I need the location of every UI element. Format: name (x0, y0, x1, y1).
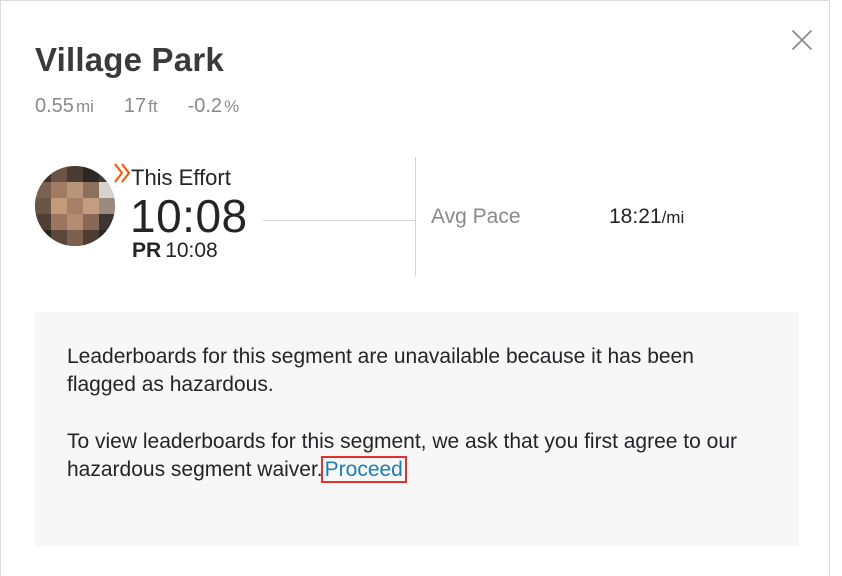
stat-grade-unit: % (224, 97, 240, 116)
segment-effort-panel: Village Park 0.55 mi 17 ft -0.2% This Ef… (0, 0, 830, 576)
double-chevron-icon (114, 163, 131, 183)
personal-record: PR 10:08 (132, 239, 218, 263)
stat-grade-value: -0.2 (187, 95, 223, 117)
close-icon (792, 30, 812, 50)
avatar-image (35, 166, 115, 246)
stat-elevation-unit: ft (148, 97, 158, 116)
stat-distance: 0.55 mi (35, 95, 94, 118)
avg-pace-unit: /mi (661, 208, 685, 227)
segment-stats: 0.55 mi 17 ft -0.2% (35, 95, 239, 118)
avg-pace-value: 18:21/mi (609, 205, 684, 229)
horizontal-divider (263, 220, 415, 221)
notice-paragraph-unavailable: Leaderboards for this segment are unavai… (67, 345, 694, 396)
stat-distance-value: 0.55 (35, 95, 74, 117)
effort-label: This Effort (131, 165, 231, 190)
avg-pace-number: 18:21 (609, 205, 662, 228)
stat-distance-unit: mi (75, 97, 94, 116)
avg-pace-label: Avg Pace (431, 205, 521, 228)
stat-elevation: 17 ft (124, 95, 158, 118)
pr-time: 10:08 (165, 239, 218, 262)
stat-elevation-value: 17 (123, 95, 147, 117)
hazard-notice: Leaderboards for this segment are unavai… (35, 312, 799, 546)
close-button[interactable] (789, 27, 815, 53)
pr-badge: PR (132, 239, 162, 262)
effort-time: 10:08 (130, 190, 248, 242)
proceed-link[interactable]: Proceed (320, 456, 407, 483)
vertical-divider (415, 157, 416, 276)
stat-grade: -0.2% (188, 95, 240, 118)
notice-paragraph-waiver: To view leaderboards for this segment, w… (67, 428, 767, 484)
avatar[interactable] (35, 166, 115, 246)
segment-title: Village Park (35, 41, 224, 78)
